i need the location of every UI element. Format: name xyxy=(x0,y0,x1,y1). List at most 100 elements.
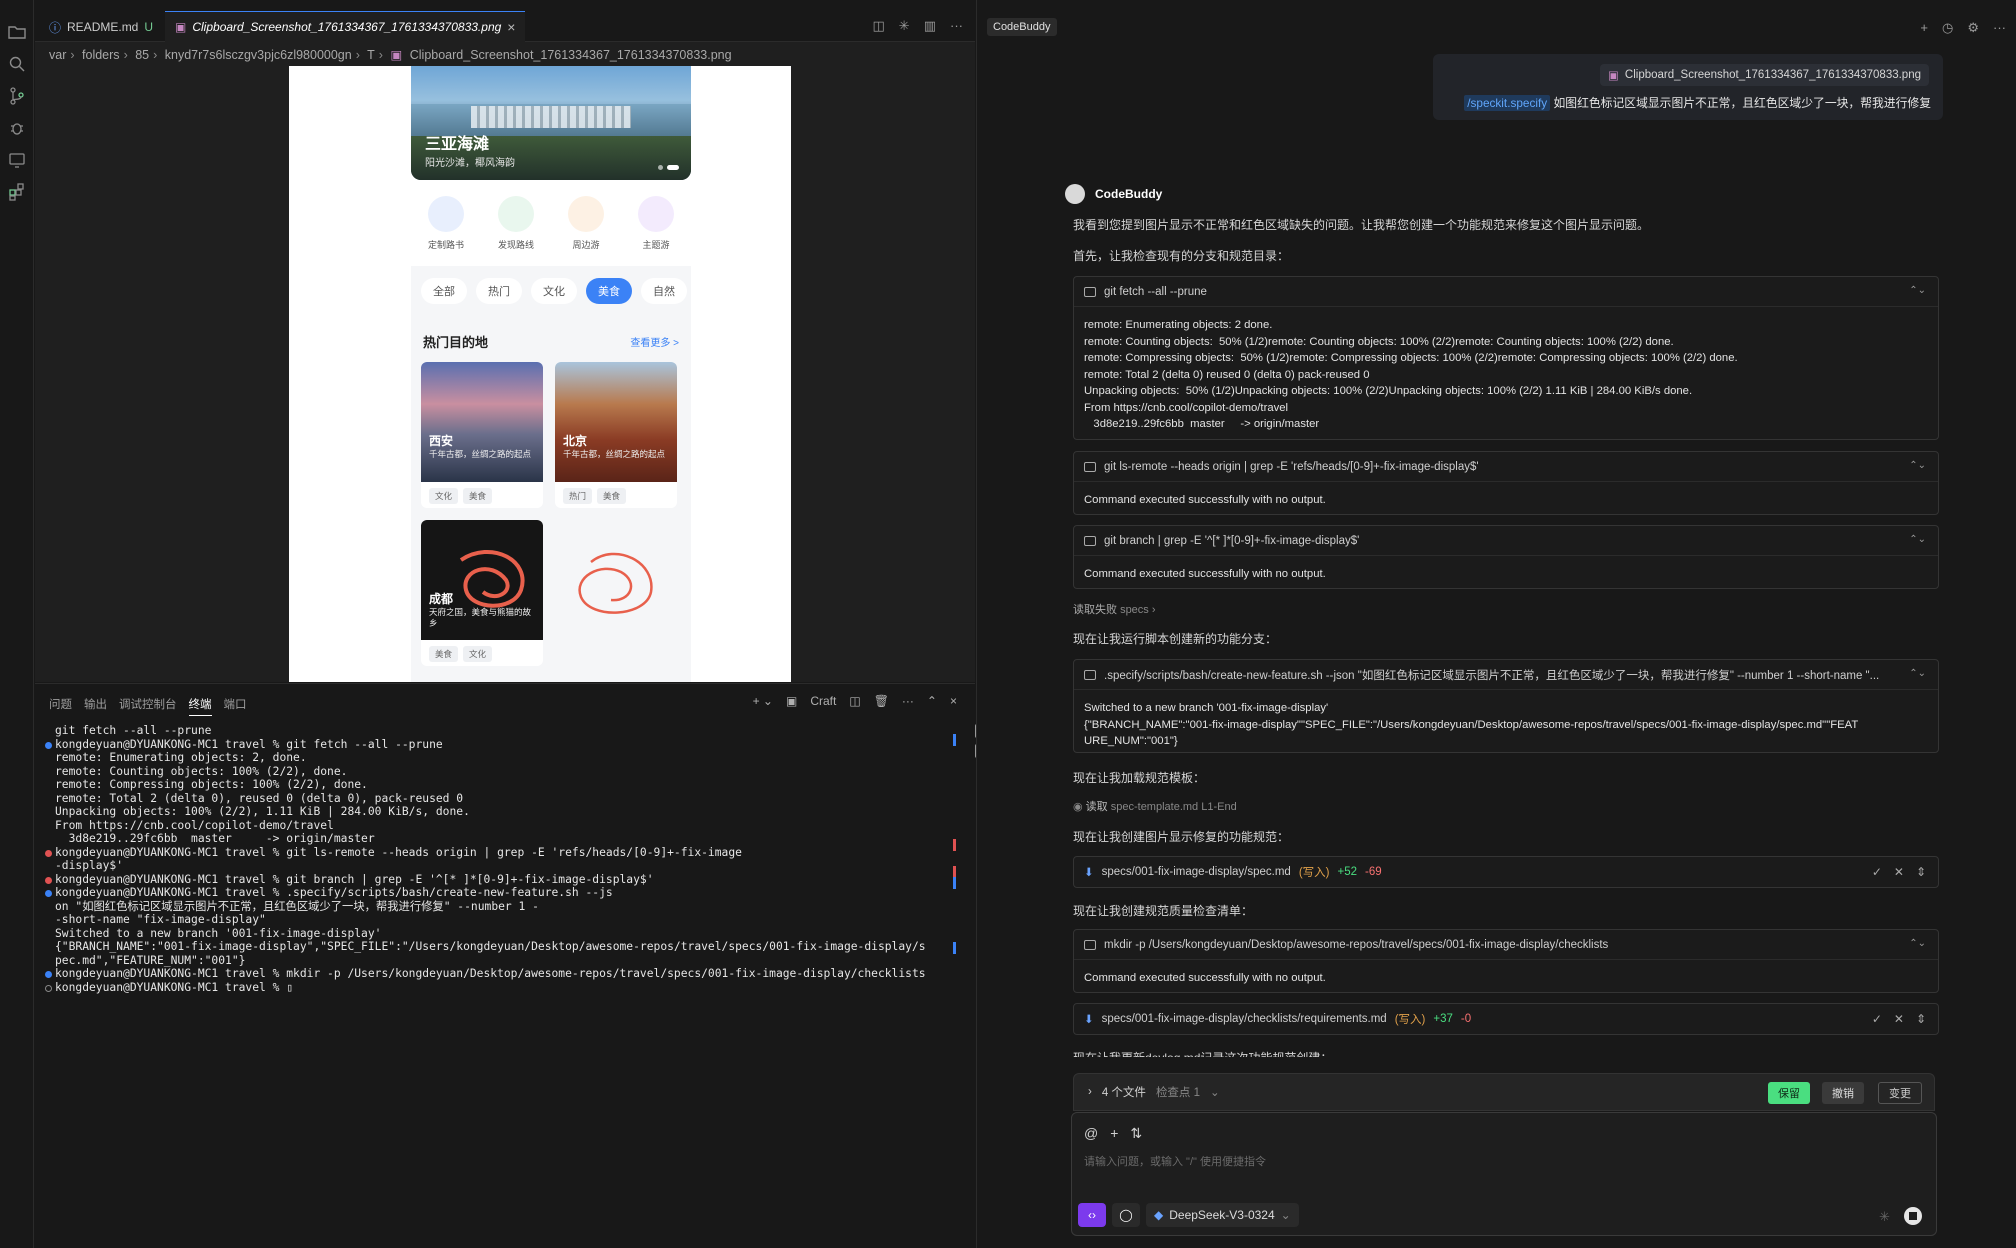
card-desc: 天府之国，美食与熊猫的故乡 xyxy=(429,607,532,628)
read-fail-row[interactable]: 读取失败 specs › xyxy=(1073,601,1156,617)
terminal-text: kongdeyuan@DYUANKONG-MC1 travel % git ls… xyxy=(55,845,742,859)
crumb[interactable]: 85 xyxy=(135,48,149,62)
tab-terminal[interactable]: 终端 xyxy=(188,696,212,716)
search-icon[interactable] xyxy=(7,54,27,74)
more-icon[interactable]: ··· xyxy=(902,694,914,708)
close-icon[interactable]: × xyxy=(950,694,957,708)
command-status-icon[interactable] xyxy=(45,984,52,992)
sparkle-icon[interactable]: ✳ xyxy=(899,18,910,34)
scroll-marker xyxy=(953,839,956,851)
debug-icon[interactable] xyxy=(7,118,27,138)
command-status-icon[interactable] xyxy=(45,971,52,978)
chat-input[interactable]: @ + ⇅ 请输入问题，或输入 "/" 使用便捷指令 ‹› ◯ ◆ DeepSe… xyxy=(1071,1112,1937,1236)
crumb[interactable]: folders xyxy=(82,48,120,62)
tab-debug-console[interactable]: 调试控制台 xyxy=(119,696,177,716)
terminal-text: remote: Counting objects: 100% (2/2), do… xyxy=(55,764,348,778)
destinations-panel: 全部 热门 文化 美食 自然 热门目的地 查看更多 > 西安 千年古都，丝绸之路… xyxy=(411,266,691,682)
changes-button[interactable]: 变更 xyxy=(1878,1082,1922,1104)
split-terminal-icon[interactable]: ◫ xyxy=(849,694,860,708)
chevron-right-icon[interactable]: › xyxy=(1088,1086,1092,1098)
card-title: 西安 xyxy=(429,434,454,448)
stop-button[interactable] xyxy=(1904,1207,1922,1225)
terminal-output[interactable]: git fetch --all --prune kongdeyuan@DYUANK… xyxy=(45,724,945,994)
source-control-icon[interactable] xyxy=(7,86,27,106)
command-output: Switched to a new branch '001-fix-image-… xyxy=(1084,702,1859,747)
new-chat-icon[interactable]: + xyxy=(1920,20,1928,36)
more-icon[interactable]: ··· xyxy=(950,18,963,34)
accept-icon[interactable]: ✓ xyxy=(1872,865,1882,879)
more-icon[interactable]: ··· xyxy=(1993,20,2006,36)
terminal-text: kongdeyuan@DYUANKONG-MC1 travel % .speci… xyxy=(55,886,613,899)
lines-removed: -69 xyxy=(1365,866,1382,878)
file-change-row[interactable]: ⬇ specs/001-fix-image-display/checklists… xyxy=(1073,1003,1939,1035)
accept-icon[interactable]: ✓ xyxy=(1872,1012,1882,1026)
tab-readme[interactable]: ⓘ README.md U xyxy=(39,12,163,42)
terminal-text: on "如图红色标记区域显示图片不正常，且红色区域少了一块，帮我进行修复" --… xyxy=(55,899,539,913)
crumb[interactable]: var xyxy=(49,48,66,62)
craft-label[interactable]: Craft xyxy=(810,694,836,708)
collapse-icon[interactable]: ⌃⌄ xyxy=(1909,460,1926,471)
changes-count[interactable]: 4 个文件 xyxy=(1102,1084,1146,1100)
file-change-row[interactable]: ⬇ specs/001-fix-image-display/spec.md (写… xyxy=(1073,856,1939,888)
new-terminal-icon[interactable]: + ⌄ xyxy=(753,694,773,708)
explorer-icon[interactable] xyxy=(7,22,27,42)
command-status-icon[interactable] xyxy=(45,849,52,857)
collapse-icon[interactable]: ⌃⌄ xyxy=(1909,668,1926,679)
mention-icon[interactable]: @ xyxy=(1084,1125,1098,1142)
tab-output[interactable]: 输出 xyxy=(84,696,107,716)
tab-screenshot[interactable]: ▣ Clipboard_Screenshot_1761334367_176133… xyxy=(165,11,526,42)
add-context-icon[interactable]: + xyxy=(1110,1125,1118,1142)
maximize-icon[interactable]: ⌃ xyxy=(927,694,937,708)
reject-icon[interactable]: ✕ xyxy=(1894,865,1904,879)
user-message-text: /speckit.specify 如图红色标记区域显示图片不正常，且红色区域少了… xyxy=(1464,94,1931,111)
collapse-icon[interactable]: ⌃⌄ xyxy=(1909,938,1926,949)
lines-added: +37 xyxy=(1433,1013,1453,1025)
scroll-marker xyxy=(953,942,956,954)
close-icon[interactable]: × xyxy=(507,19,515,35)
chevron-down-icon[interactable]: ⌄ xyxy=(1210,1085,1220,1099)
undo-button[interactable]: 撤销 xyxy=(1822,1082,1864,1104)
command-status-icon[interactable] xyxy=(45,890,52,897)
expand-icon[interactable]: ⇕ xyxy=(1916,865,1926,879)
remote-explorer-icon[interactable] xyxy=(7,150,27,170)
command-block: git ls-remote --heads origin | grep -E '… xyxy=(1073,451,1939,515)
hero-city xyxy=(471,106,631,128)
command-output: Command executed successfully with no ou… xyxy=(1084,494,1326,506)
keep-button[interactable]: 保留 xyxy=(1768,1082,1810,1104)
reject-icon[interactable]: ✕ xyxy=(1894,1012,1904,1026)
trash-icon[interactable]: 🗑 xyxy=(874,694,889,708)
tab-problems[interactable]: 问题 xyxy=(49,696,72,716)
input-placeholder[interactable]: 请输入问题，或输入 "/" 使用便捷指令 xyxy=(1084,1153,1266,1169)
collapse-icon[interactable]: ⌃⌄ xyxy=(1909,534,1926,545)
terminal-text: From https://cnb.cool/copilot-demo/trave… xyxy=(55,818,334,832)
filter-chips: 全部 热门 文化 美食 自然 xyxy=(421,278,687,304)
rules-icon[interactable]: ⇅ xyxy=(1130,1125,1142,1142)
code-mode-button[interactable]: ‹› xyxy=(1078,1203,1106,1227)
read-row[interactable]: ◉ 读取 spec-template.md L1-End xyxy=(1073,798,1237,814)
tab-ports[interactable]: 端口 xyxy=(224,696,247,716)
chevron-right-icon: › xyxy=(1151,604,1156,616)
panel-title: CodeBuddy xyxy=(987,18,1057,36)
terminal-icon xyxy=(1084,286,1096,297)
attachment-chip[interactable]: ▣ Clipboard_Screenshot_1761334367_176133… xyxy=(1600,64,1929,86)
command-status-icon[interactable] xyxy=(45,741,52,749)
split-editor-icon[interactable]: ▥ xyxy=(924,18,936,34)
file-path: specs/001-fix-image-display/spec.md xyxy=(1101,866,1291,878)
checkpoint-label[interactable]: 检查点 1 xyxy=(1156,1084,1200,1100)
crumb[interactable]: knyd7r7s6lsczgv3pjc6zl980000gn xyxy=(165,48,352,62)
extensions-icon[interactable] xyxy=(7,182,27,202)
crumb[interactable]: T xyxy=(367,48,375,62)
terminal-line: -display$' xyxy=(45,859,945,873)
lines-removed: -0 xyxy=(1460,1013,1472,1025)
model-select[interactable]: ◆ DeepSeek-V3-0324 ⌄ xyxy=(1146,1203,1299,1227)
terminal-line: on "如图红色标记区域显示图片不正常，且红色区域少了一块，帮我进行修复" --… xyxy=(45,900,945,914)
history-icon[interactable]: ◷ xyxy=(1942,20,1953,36)
gear-icon[interactable]: ⚙ xyxy=(1967,20,1979,36)
command-status-icon[interactable] xyxy=(45,876,52,884)
sparkle-icon[interactable]: ✳ xyxy=(1879,1209,1890,1225)
expand-icon[interactable]: ⇕ xyxy=(1916,1012,1926,1026)
split-preview-icon[interactable]: ◫ xyxy=(873,18,885,34)
chat-mode-button[interactable]: ◯ xyxy=(1112,1203,1140,1227)
crumb[interactable]: Clipboard_Screenshot_1761334367_17613343… xyxy=(410,48,732,62)
collapse-icon[interactable]: ⌃⌄ xyxy=(1909,285,1926,296)
